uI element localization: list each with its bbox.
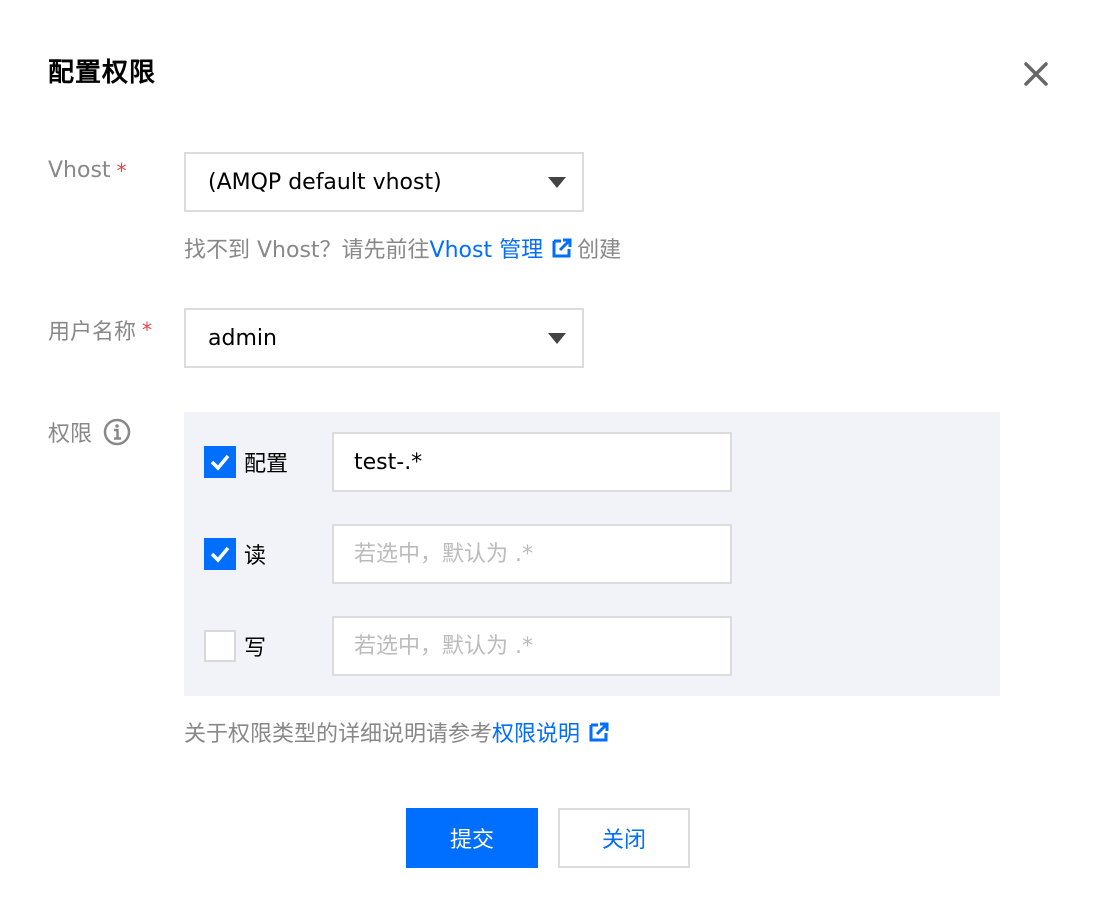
write-input[interactable] [332,616,732,676]
vhost-select[interactable]: (AMQP default vhost) [184,152,584,212]
close-button[interactable]: 关闭 [558,808,690,868]
user-select-value: admin [208,325,277,351]
external-link-icon[interactable] [588,721,610,743]
permission-dialog: 配置权限 Vhost * (AMQP default vhost) 找不到 Vh… [0,0,1096,916]
vhost-select-value: (AMQP default vhost) [208,169,442,195]
info-icon[interactable] [102,417,132,447]
external-link-icon[interactable] [551,237,573,259]
vhost-help: 找不到 Vhost？请先前往 Vhost 管理 创建 [184,232,621,264]
permissions-help: 关于权限类型的详细说明请参考 权限说明 [184,716,614,748]
permission-row-write: 写 [204,630,266,662]
write-label: 写 [244,636,267,661]
configure-checkbox[interactable] [204,446,236,478]
read-input[interactable] [332,524,732,584]
permissions-panel: 配置 读 写 [184,412,1000,696]
user-label: 用户名称 * [48,318,153,345]
chevron-down-icon [548,333,566,344]
dialog-title: 配置权限 [48,58,157,88]
permission-row-read: 读 [204,538,266,570]
read-checkbox[interactable] [204,538,236,570]
configure-input[interactable] [332,432,732,492]
permission-row-configure: 配置 [204,446,288,478]
read-label: 读 [244,544,267,569]
permissions-doc-link[interactable]: 权限说明 [492,716,580,748]
submit-button[interactable]: 提交 [406,808,538,868]
vhost-management-link[interactable]: Vhost 管理 [430,232,544,264]
close-icon[interactable] [1016,54,1056,94]
vhost-label: Vhost * [48,158,127,183]
user-select[interactable]: admin [184,308,584,368]
required-mark: * [142,318,153,342]
write-checkbox[interactable] [204,630,236,662]
configure-label: 配置 [244,452,289,477]
chevron-down-icon [548,177,566,188]
required-mark: * [116,158,127,183]
permissions-label: 权限 [48,416,132,448]
